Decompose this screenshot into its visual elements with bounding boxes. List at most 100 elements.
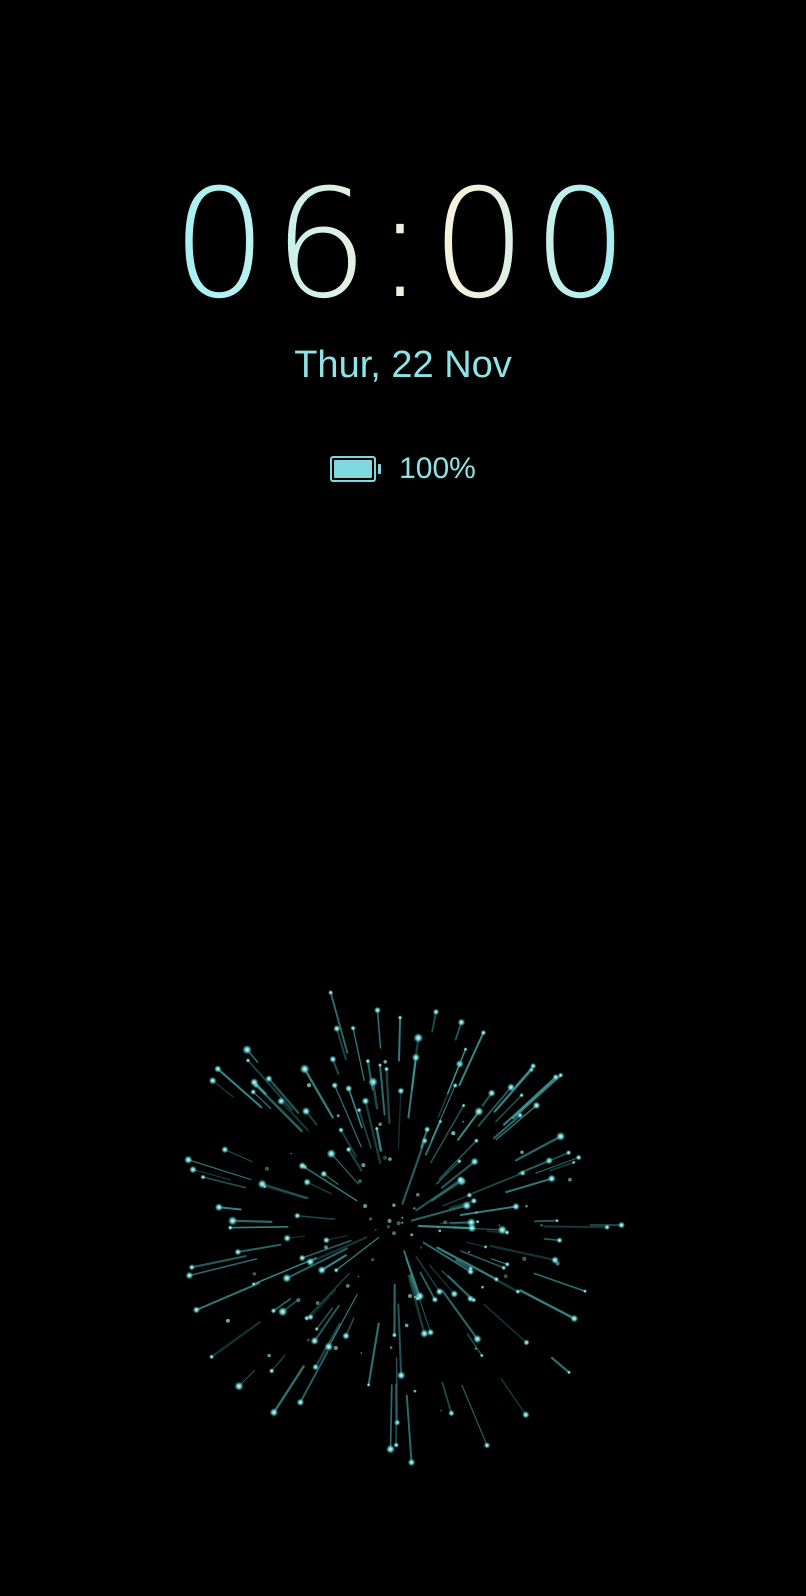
- firework-sparkle: [345, 1284, 350, 1288]
- firework-spark: [522, 1410, 530, 1419]
- firework-spark: [413, 1032, 424, 1043]
- firework-spark: [473, 1138, 479, 1144]
- firework-spark: [294, 1212, 301, 1219]
- firework-spark-trail: [519, 1289, 576, 1320]
- firework-spark: [268, 1368, 275, 1374]
- firework-icon: [184, 989, 626, 1467]
- firework-spark-trail: [216, 1067, 263, 1109]
- firework-spark: [214, 1065, 222, 1073]
- firework-sparkle: [555, 1261, 560, 1266]
- firework-spark-trail: [385, 1067, 391, 1124]
- firework-sparkle: [392, 1231, 396, 1236]
- firework-spark-trail: [436, 1160, 460, 1185]
- firework-spark-trail: [456, 1110, 480, 1141]
- firework-spark: [432, 1008, 440, 1016]
- firework-spark: [188, 1264, 195, 1271]
- firework-spark-trail: [229, 1225, 289, 1229]
- firework-spark: [270, 1307, 277, 1314]
- firework-sparkle: [306, 1338, 310, 1342]
- firework-sparkle: [396, 1221, 401, 1226]
- firework-spark: [471, 1297, 477, 1303]
- firework-spark-trail: [376, 1009, 382, 1049]
- firework-spark: [377, 1063, 383, 1068]
- firework-spark: [385, 1444, 396, 1454]
- firework-sparkle: [462, 1120, 465, 1123]
- firework-spark-trail: [309, 1236, 368, 1264]
- firework-spark: [504, 1261, 510, 1268]
- firework-sparkle: [357, 1275, 360, 1278]
- firework-spark-trail: [461, 1384, 488, 1446]
- firework-spark: [512, 1202, 520, 1211]
- firework-spark: [314, 1326, 319, 1332]
- firework-spark: [185, 1271, 194, 1280]
- firework-spark: [556, 1237, 563, 1244]
- firework-sparkle: [451, 1131, 456, 1136]
- firework-spark: [265, 1075, 273, 1083]
- firework-spark: [450, 1289, 459, 1298]
- firework-sparkle: [264, 1166, 269, 1171]
- firework-spark: [532, 1101, 541, 1110]
- firework-spark: [457, 1018, 466, 1027]
- firework-sparkle: [408, 1294, 412, 1298]
- firework-spark: [604, 1224, 611, 1231]
- firework-spark: [227, 1225, 233, 1231]
- firework-spark-trail: [271, 1354, 286, 1372]
- firework-spark: [466, 1192, 473, 1199]
- firework-spark: [234, 1248, 242, 1256]
- firework-spark: [320, 1170, 328, 1178]
- firework-sparkle: [324, 1245, 328, 1250]
- firework-spark: [269, 1408, 279, 1417]
- firework-sparkle: [378, 1122, 382, 1126]
- firework-spark: [200, 1174, 206, 1180]
- firework-sparkle: [401, 1216, 404, 1220]
- firework-spark: [555, 1218, 559, 1223]
- firework-spark-trail: [306, 1272, 350, 1319]
- firework-spark-trail: [231, 1219, 273, 1223]
- firework-spark: [283, 1234, 292, 1243]
- firework-spark: [307, 1313, 314, 1321]
- firework-spark: [310, 1336, 319, 1346]
- firework-spark: [519, 1092, 524, 1098]
- firework-spark: [452, 1082, 458, 1089]
- firework-spark: [383, 1066, 390, 1072]
- firework-spark: [365, 1058, 371, 1064]
- firework-spark: [298, 1254, 306, 1262]
- firework-spark: [391, 1332, 398, 1338]
- firework-spark: [345, 1146, 352, 1153]
- firework-spark-trail: [401, 1139, 426, 1205]
- firework-spark: [296, 1398, 305, 1407]
- firework-spark: [396, 1371, 406, 1380]
- firework-spark-trail: [261, 1183, 309, 1199]
- firework-spark: [251, 1281, 256, 1287]
- firework-spark-trail: [417, 1224, 474, 1230]
- firework-sparkle: [374, 1229, 377, 1232]
- firework-spark-trail: [195, 1282, 261, 1311]
- firework-spark: [423, 1126, 431, 1133]
- firework-spark-trail: [224, 1148, 253, 1163]
- firework-spark: [397, 1015, 403, 1020]
- firework-sparkle: [474, 1347, 477, 1350]
- firework-spark-trail: [533, 1272, 586, 1293]
- firework-spark: [556, 1131, 566, 1142]
- firework-spark: [374, 1126, 379, 1131]
- firework-spark: [345, 1084, 353, 1093]
- firework-spark: [411, 1053, 421, 1062]
- firework-sparkle: [360, 1352, 363, 1354]
- firework-spark-trail: [505, 1177, 553, 1194]
- firework-spark: [221, 1145, 229, 1154]
- firework-spark: [463, 1047, 468, 1052]
- firework-sparkle: [306, 1083, 312, 1088]
- firework-spark-trail: [466, 1241, 487, 1248]
- firework-sparkle: [296, 1298, 301, 1302]
- firework-sparkle: [386, 1225, 391, 1229]
- firework-sparkle: [437, 1226, 439, 1229]
- firework-spark-trail: [398, 1016, 402, 1062]
- firework-spark: [431, 1296, 439, 1303]
- firework-spark: [184, 1155, 193, 1165]
- firework-sparkle: [267, 1353, 271, 1358]
- firework-spark: [373, 1006, 382, 1014]
- firework-spark-trail: [296, 1214, 336, 1220]
- firework-spark: [208, 1076, 217, 1085]
- firework-sparkle: [392, 1203, 396, 1207]
- firework-sparkle: [410, 1233, 414, 1237]
